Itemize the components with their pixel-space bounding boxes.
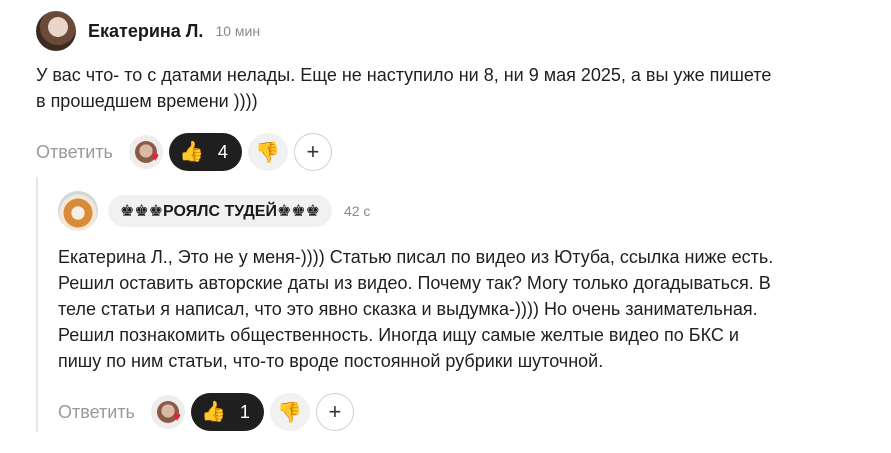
comment-text: У вас что- то с датами нелады. Еще не на…: [36, 62, 856, 114]
thread-line: [36, 177, 38, 432]
comment-text-line: У вас что- то с датами нелады. Еще не на…: [36, 65, 772, 85]
like-count: 4: [217, 141, 228, 162]
heart-icon: ♥: [151, 149, 159, 164]
reply-actions: Ответить ♥ 👍 1 👎 +: [58, 392, 858, 432]
thumbs-up-icon: 👍: [200, 401, 226, 423]
author-name[interactable]: ♚♚♚РОЯЛС ТУДЕЙ♚♚♚: [108, 195, 332, 227]
reply-text-line: теле статьи я написал, что это явно сказ…: [58, 299, 758, 319]
comment-header: Екатерина Л. 10 мин: [36, 10, 856, 52]
timestamp: 42 с: [343, 203, 371, 219]
thumbs-down-icon: 👎: [277, 401, 303, 424]
avatar[interactable]: [36, 11, 76, 51]
avatar[interactable]: [58, 191, 98, 231]
reply-text-line: Решил познакомить общественность. Иногда…: [58, 325, 739, 345]
like-button[interactable]: 👍 4: [168, 133, 242, 171]
comment: Екатерина Л. 10 мин У вас что- то с дата…: [36, 10, 856, 172]
reaction-avatar[interactable]: ♥: [128, 135, 163, 169]
author-name[interactable]: Екатерина Л.: [88, 21, 203, 42]
thumbs-down-icon: 👎: [255, 141, 281, 164]
reply-text: Екатерина Л., Это не у меня-)))) Статью …: [58, 244, 858, 374]
add-reaction-button[interactable]: +: [293, 133, 332, 171]
plus-icon: +: [306, 139, 320, 164]
dislike-button[interactable]: 👎: [269, 393, 310, 431]
plus-icon: +: [328, 399, 342, 424]
reply-text-line: пишу по ним статьи, что-то вроде постоян…: [58, 351, 604, 371]
timestamp: 10 мин: [215, 23, 261, 39]
dislike-button[interactable]: 👎: [247, 133, 288, 171]
add-reaction-button[interactable]: +: [315, 393, 354, 431]
thumbs-up-icon: 👍: [178, 141, 204, 163]
reply-header: ♚♚♚РОЯЛС ТУДЕЙ♚♚♚ 42 с: [58, 190, 858, 232]
reply-button[interactable]: Ответить: [58, 402, 135, 423]
like-button[interactable]: 👍 1: [190, 393, 264, 431]
comment-actions: Ответить ♥ 👍 4 👎 +: [36, 132, 856, 172]
reply-text-line: Решил оставить авторские даты из видео. …: [58, 273, 771, 293]
like-count: 1: [239, 401, 250, 422]
comment-text-line: в прошедшем времени )))): [36, 91, 258, 111]
reply-comment: ♚♚♚РОЯЛС ТУДЕЙ♚♚♚ 42 с Екатерина Л., Это…: [58, 190, 858, 432]
reaction-avatar[interactable]: ♥: [150, 395, 185, 429]
heart-icon: ♥: [173, 409, 181, 424]
reply-button[interactable]: Ответить: [36, 142, 113, 163]
reply-text-line: Екатерина Л., Это не у меня-)))) Статью …: [58, 247, 774, 267]
